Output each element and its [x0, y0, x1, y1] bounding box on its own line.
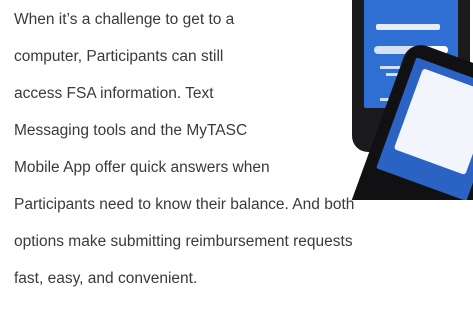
- paragraph-line: access FSA information. Text: [14, 85, 214, 102]
- paragraph-line: options make submitting reimbursement re…: [14, 233, 353, 250]
- paragraph-line: When it’s a challenge to get to a: [14, 11, 235, 28]
- paragraph-line: Mobile App offer quick answers when: [14, 159, 270, 176]
- paragraph-line: Messaging tools and the MyTASC: [14, 122, 248, 139]
- paragraph-line: fast, easy, and convenient.: [14, 270, 198, 287]
- paragraph-line: Participants need to know their balance.…: [14, 196, 355, 213]
- paragraph-line: computer, Participants can still: [14, 48, 224, 65]
- body-paragraph: When it’s a challenge to get to a comput…: [14, 0, 473, 310]
